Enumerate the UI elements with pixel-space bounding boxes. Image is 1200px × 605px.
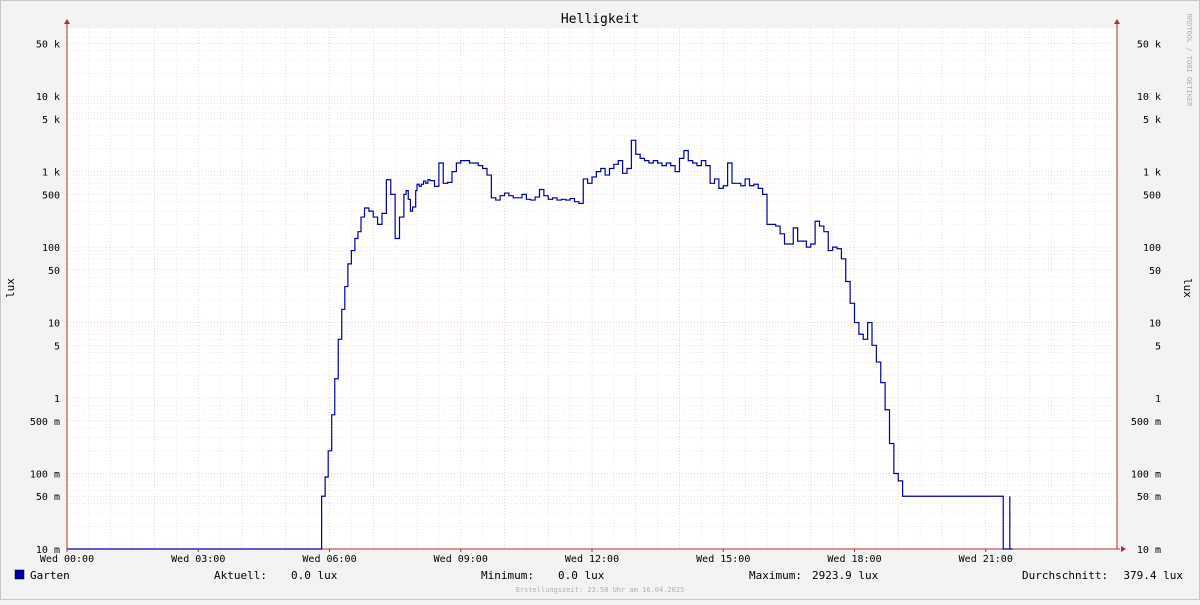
y-tick-label-left: 50 m xyxy=(36,492,60,503)
chart-title: Helligkeit xyxy=(561,12,639,27)
legend-swatch xyxy=(14,569,25,580)
watermark: RRDTOOL / TOBI OETIKER xyxy=(1185,14,1193,108)
y-tick-label-right: 5 xyxy=(1155,341,1161,352)
y-tick-label-left: 50 xyxy=(48,266,60,277)
legend-durchschnitt-value: 379.4 lux xyxy=(1123,569,1183,582)
y-tick-label-right: 500 xyxy=(1143,190,1161,201)
legend-durchschnitt-label: Durchschnitt: xyxy=(1022,569,1108,582)
x-tick-label: Wed 18:00 xyxy=(827,554,881,565)
y-tick-label-left: 500 m xyxy=(30,417,60,428)
y-tick-label-left: 10 xyxy=(48,319,60,330)
y-tick-label-left: 10 k xyxy=(36,92,60,103)
y-tick-label-right: 50 xyxy=(1149,266,1161,277)
y-axis-label-left: lux xyxy=(4,278,17,298)
y-tick-label-right: 1 k xyxy=(1143,168,1161,179)
y-tick-label-left: 100 xyxy=(42,243,60,254)
y-tick-label-left: 5 xyxy=(54,341,60,352)
y-tick-label-right: 50 m xyxy=(1137,492,1161,503)
y-axis-label-right: lux xyxy=(1181,278,1194,298)
y-tick-label-left: 50 k xyxy=(36,39,60,50)
y-tick-label-right: 5 k xyxy=(1143,115,1161,126)
x-tick-label: Wed 21:00 xyxy=(959,554,1013,565)
rrd-graph: Wed 00:00 Wed 03:00 Wed 06:00 Wed 09:00 Wed … xyxy=(0,0,1200,600)
legend-series-name: Garten xyxy=(30,569,70,582)
x-tick-label: Wed 15:00 xyxy=(696,554,750,565)
x-tick-label: Wed 06:00 xyxy=(302,554,356,565)
brightness-chart: Wed 00:00 Wed 03:00 Wed 06:00 Wed 09:00 Wed … xyxy=(0,0,1200,600)
y-tick-label-right: 10 m xyxy=(1137,545,1161,556)
y-tick-label-left: 10 m xyxy=(36,545,60,556)
y-tick-label-right: 1 xyxy=(1155,394,1161,405)
y-tick-label-left: 1 xyxy=(54,394,60,405)
y-tick-label-left: 1 k xyxy=(42,168,60,179)
legend-maximum-label: Maximum: xyxy=(749,569,802,582)
footer-timestamp: Erstellungszeit: 23:58 Uhr am 16.04.2025 xyxy=(516,586,685,594)
y-tick-label-left: 500 xyxy=(42,190,60,201)
legend-aktuell-label: Aktuell: xyxy=(214,569,267,582)
y-tick-label-right: 500 m xyxy=(1131,417,1161,428)
y-tick-label-right: 10 xyxy=(1149,319,1161,330)
legend-maximum-value: 2923.9 lux xyxy=(812,569,879,582)
y-tick-label-right: 10 k xyxy=(1137,92,1161,103)
legend-minimum-value: 0.0 lux xyxy=(558,569,605,582)
x-tick-label: Wed 09:00 xyxy=(434,554,488,565)
y-tick-label-right: 50 k xyxy=(1137,39,1161,50)
y-tick-label-right: 100 xyxy=(1143,243,1161,254)
legend-aktuell-value: 0.0 lux xyxy=(291,569,338,582)
y-tick-label-left: 5 k xyxy=(42,115,60,126)
legend-minimum-label: Minimum: xyxy=(481,569,534,582)
y-tick-label-right: 100 m xyxy=(1131,470,1161,481)
x-tick-label: Wed 12:00 xyxy=(565,554,619,565)
x-tick-label: Wed 03:00 xyxy=(171,554,225,565)
y-tick-label-left: 100 m xyxy=(30,470,60,481)
